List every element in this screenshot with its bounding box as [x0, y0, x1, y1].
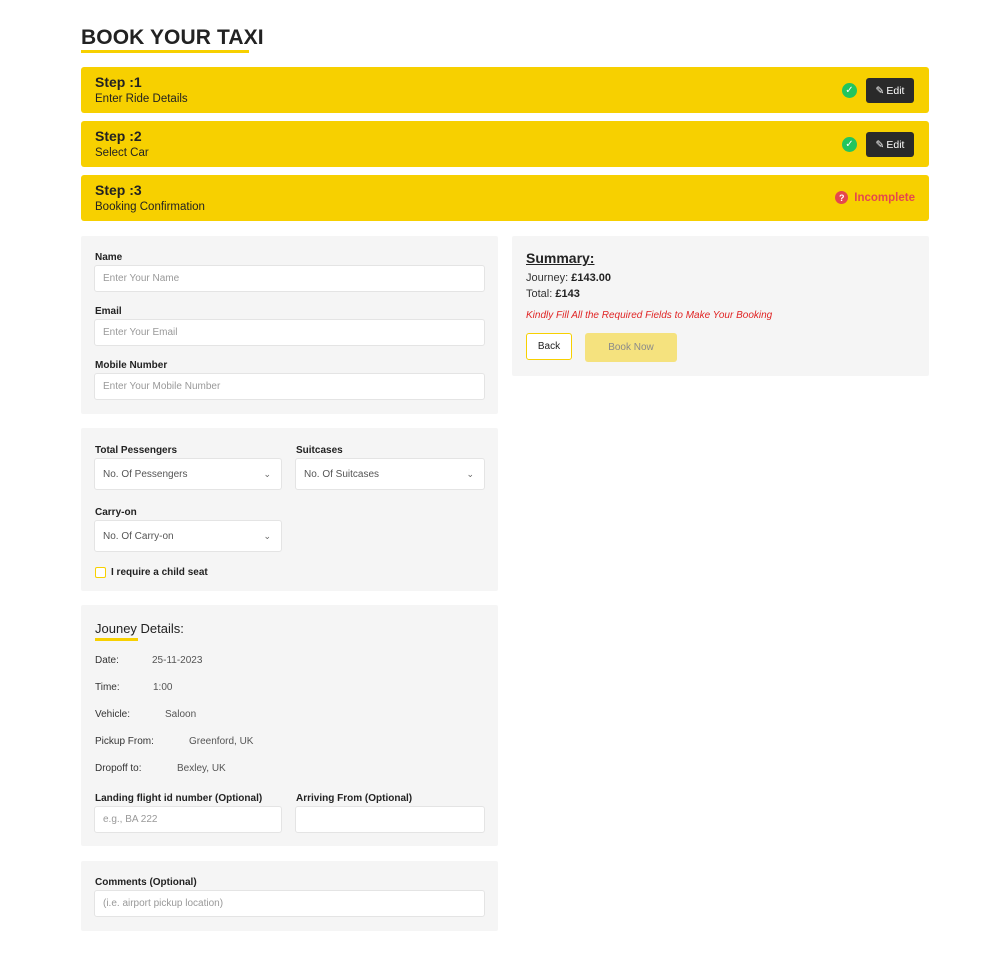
carryon-label: Carry-on: [95, 507, 137, 518]
luggage-panel: Total Pessengers No. Of Pessengers ⌄ Sui…: [81, 428, 498, 591]
step-subtitle: Select Car: [95, 147, 149, 159]
passengers-select[interactable]: No. Of Pessengers ⌄: [94, 458, 282, 490]
time-label: Time:: [95, 682, 120, 693]
journey-price-value: £143.00: [571, 272, 612, 284]
email-input[interactable]: [94, 319, 485, 346]
step-1-bar: Step :1 Enter Ride Details ✓ ✎ Edit: [81, 67, 929, 113]
flight-input[interactable]: [94, 806, 282, 833]
summary-panel: Summary: Journey: £143.00 Total: £143 Ki…: [512, 236, 929, 376]
page-title: BOOK YOUR TAXI: [81, 26, 264, 49]
title-underline: [81, 50, 249, 53]
pickup-value: Greenford, UK: [189, 736, 254, 747]
journey-panel: Jouney Details: Date: 25-11-2023 Time: 1…: [81, 605, 498, 846]
arriving-input[interactable]: [295, 806, 485, 833]
name-input[interactable]: [94, 265, 485, 292]
step-subtitle: Enter Ride Details: [95, 93, 188, 105]
pencil-icon: ✎: [875, 138, 885, 151]
heading-underline: [95, 638, 138, 641]
step-subtitle: Booking Confirmation: [95, 201, 205, 213]
journey-price-line: Journey: £143.00: [526, 272, 611, 284]
total-price-line: Total: £143: [526, 288, 580, 300]
contact-panel: Name Email Mobile Number: [81, 236, 498, 414]
edit-label: Edit: [886, 84, 905, 97]
step-number: Step :1: [95, 74, 142, 90]
dropoff-label: Dropoff to:: [95, 763, 142, 774]
mobile-label: Mobile Number: [95, 360, 168, 371]
edit-label: Edit: [886, 138, 905, 151]
check-circle-icon: ✓: [842, 83, 857, 98]
child-seat-label: I require a child seat: [111, 567, 208, 578]
book-now-button[interactable]: Book Now: [585, 333, 677, 362]
step-2-bar: Step :2 Select Car ✓ ✎ Edit: [81, 121, 929, 167]
vehicle-label: Vehicle:: [95, 709, 131, 720]
vehicle-value: Saloon: [165, 709, 197, 720]
step-number: Step :2: [95, 128, 142, 144]
question-circle-icon: ?: [835, 191, 849, 204]
date-label: Date:: [95, 655, 119, 666]
carryon-select-value: No. Of Carry-on: [103, 530, 174, 542]
name-label: Name: [95, 252, 123, 263]
pencil-icon: ✎: [875, 84, 885, 97]
chevron-down-icon: ⌄: [263, 531, 271, 541]
step-3-bar: Step :3 Booking Confirmation ? Incomplet…: [81, 175, 929, 221]
carryon-select[interactable]: No. Of Carry-on ⌄: [94, 520, 282, 552]
back-button[interactable]: Back: [526, 333, 572, 360]
incomplete-status: ? Incomplete: [835, 191, 915, 204]
passengers-select-value: No. Of Pessengers: [103, 468, 188, 480]
comments-panel: Comments (Optional): [81, 861, 498, 931]
total-price-value: £143: [555, 288, 580, 300]
step-number: Step :3: [95, 182, 142, 198]
child-seat-checkbox[interactable]: [95, 567, 106, 578]
chevron-down-icon: ⌄: [263, 469, 271, 479]
edit-step-2-button[interactable]: ✎ Edit: [866, 132, 914, 157]
journey-heading: Jouney Details:: [95, 621, 184, 636]
journey-price-label: Journey:: [526, 272, 569, 284]
comments-input[interactable]: [94, 890, 485, 917]
required-fields-warning: Kindly Fill All the Required Fields to M…: [526, 310, 773, 321]
incomplete-label: Incomplete: [854, 191, 915, 204]
arriving-label: Arriving From (Optional): [296, 793, 413, 804]
suitcases-select[interactable]: No. Of Suitcases ⌄: [295, 458, 485, 490]
suitcases-select-value: No. Of Suitcases: [304, 468, 380, 480]
flight-label: Landing flight id number (Optional): [95, 793, 263, 804]
date-value: 25-11-2023: [152, 655, 203, 666]
edit-step-1-button[interactable]: ✎ Edit: [866, 78, 914, 103]
email-label: Email: [95, 306, 122, 317]
pickup-label: Pickup From:: [95, 736, 154, 747]
total-price-label: Total:: [526, 288, 553, 300]
dropoff-value: Bexley, UK: [177, 763, 226, 774]
suitcases-label: Suitcases: [296, 445, 343, 456]
check-circle-icon: ✓: [842, 137, 857, 152]
passengers-label: Total Pessengers: [95, 445, 178, 456]
comments-label: Comments (Optional): [95, 877, 197, 888]
summary-title: Summary:: [526, 250, 595, 266]
chevron-down-icon: ⌄: [466, 469, 474, 479]
mobile-input[interactable]: [94, 373, 485, 400]
time-value: 1:00: [153, 682, 173, 693]
